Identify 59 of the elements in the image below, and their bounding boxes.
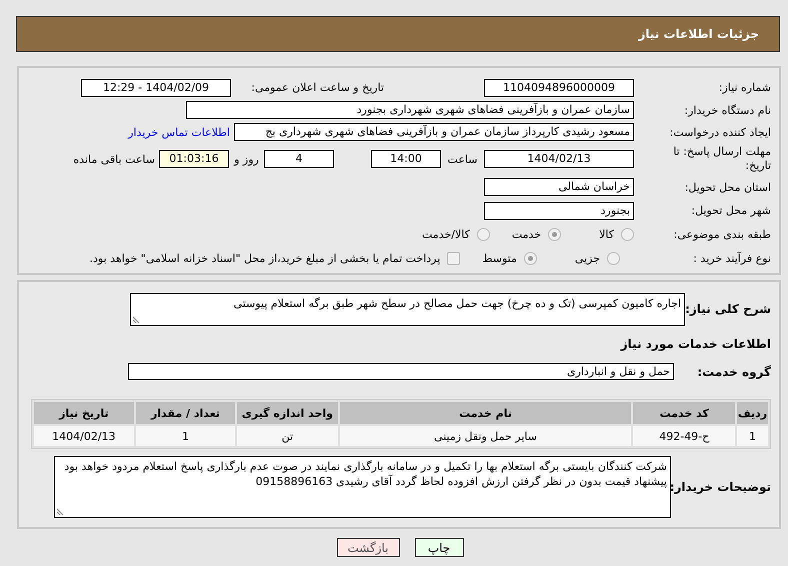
city-field: بجنورد xyxy=(484,202,634,220)
field-label: ساعت باقی مانده xyxy=(73,152,155,166)
table-cell: 1404/02/13 xyxy=(34,426,134,446)
field-label: شماره نیاز: xyxy=(718,81,771,94)
deadline-time-field: 14:00 xyxy=(371,150,441,168)
column-header: واحد اندازه گیری xyxy=(237,402,338,424)
field-label: استان محل تحویل: xyxy=(684,180,771,194)
requester-field: مسعود رشیدی کارپرداز سازمان عمران و بازآفرینی فضاهای شهری شهرداری بج xyxy=(234,123,634,141)
table-cell: ح-49-492 xyxy=(633,426,736,446)
field-label: نوع فرآیند خرید : xyxy=(692,252,771,264)
option-label: کالا/خدمت xyxy=(422,228,470,240)
radio-button[interactable] xyxy=(548,228,562,240)
need-number-field: 1104094896000009 xyxy=(484,78,634,96)
remaining-time-field: 01:03:16 xyxy=(159,150,229,168)
column-header: تعداد / مقدار xyxy=(136,402,236,424)
days-field: 4 xyxy=(264,150,334,168)
table-cell: 1 xyxy=(136,426,236,446)
field-label: شرح کلی نیاز: xyxy=(685,302,771,316)
resize-grip-icon[interactable] xyxy=(57,508,64,515)
service-group-field: حمل و نقل و انبارداری xyxy=(128,363,674,380)
print-button[interactable]: چاپ xyxy=(414,538,464,557)
radio-button[interactable] xyxy=(476,228,490,240)
back-button[interactable]: بازگشت xyxy=(336,538,400,557)
buyer-org-field: سازمان عمران و بازآفرینی فضاهای شهری شهرداری بجنورد xyxy=(186,101,634,119)
table-cell: تن xyxy=(237,426,338,446)
column-header: نام خدمت xyxy=(340,402,632,424)
column-header: تاریخ نیاز xyxy=(34,402,134,424)
field-label: شهر محل تحویل: xyxy=(690,204,771,217)
radio-button[interactable] xyxy=(524,252,537,264)
radio-button[interactable] xyxy=(607,252,620,264)
field-label: تاریخ و ساعت اعلان عمومی: xyxy=(250,81,384,94)
checkbox[interactable] xyxy=(447,252,460,264)
table-cell: 1 xyxy=(737,426,768,446)
field-label: طبقه بندی موضوعی: xyxy=(672,228,771,240)
option-label: خدمت xyxy=(512,228,542,240)
field-label: روز و xyxy=(232,152,260,166)
section-heading: اطلاعات خدمات مورد نیاز xyxy=(619,337,771,351)
option-label: جزیی xyxy=(574,252,600,264)
option-label: متوسط xyxy=(482,252,517,264)
deadline-date-field: 1404/02/13 xyxy=(484,150,634,168)
checkbox-label: پرداخت تمام یا بخشی از مبلغ خرید،از محل "اسناد خزانه اسلامی" خواهد بود. xyxy=(90,252,440,264)
description-text: اجاره کامیون کمپرسی (تک و ده چرخ) جهت حمل مصالح در سطح شهر طبق برگه استعلام پیوستی xyxy=(234,296,681,310)
announce-date-field: 1404/02/09 - 12:29 xyxy=(81,78,231,96)
field-label: مهلت ارسال پاسخ: تا تاریخ: xyxy=(672,145,771,173)
page-title: جزئیات اطلاعات نیاز xyxy=(638,27,759,41)
column-header: کد خدمت xyxy=(633,402,736,424)
resize-grip-icon[interactable] xyxy=(133,316,140,322)
radio-button[interactable] xyxy=(621,228,634,240)
buyer-contact-link[interactable]: اطلاعات تماس خریدار xyxy=(128,126,230,138)
option-label: کالا xyxy=(599,228,614,240)
province-field: خراسان شمالی xyxy=(484,178,634,196)
field-label: ساعت xyxy=(446,152,478,166)
field-label: ایجاد کننده درخواست: xyxy=(668,126,771,138)
column-header: ردیف xyxy=(737,402,768,424)
field-label: گروه خدمت: xyxy=(696,364,771,378)
field-label: توضیحات خریدار: xyxy=(671,480,771,494)
table-cell: سایر حمل ونقل زمینی xyxy=(340,426,632,446)
field-label: نام دستگاه خریدار: xyxy=(683,104,771,116)
buyer-notes-text: شرکت کنندگان بایستی برگه استعلام بها را تکمیل و در سامانه بارگذاری نمایند در صوت عدم بارگذاری پاسخ استعلام مردود خواهد بود پیشنهاد قیمت بدون در نظر گرفتن ارزش افزوده لحاظ گردد آقای رشیدی 09158896163 xyxy=(64,460,667,488)
